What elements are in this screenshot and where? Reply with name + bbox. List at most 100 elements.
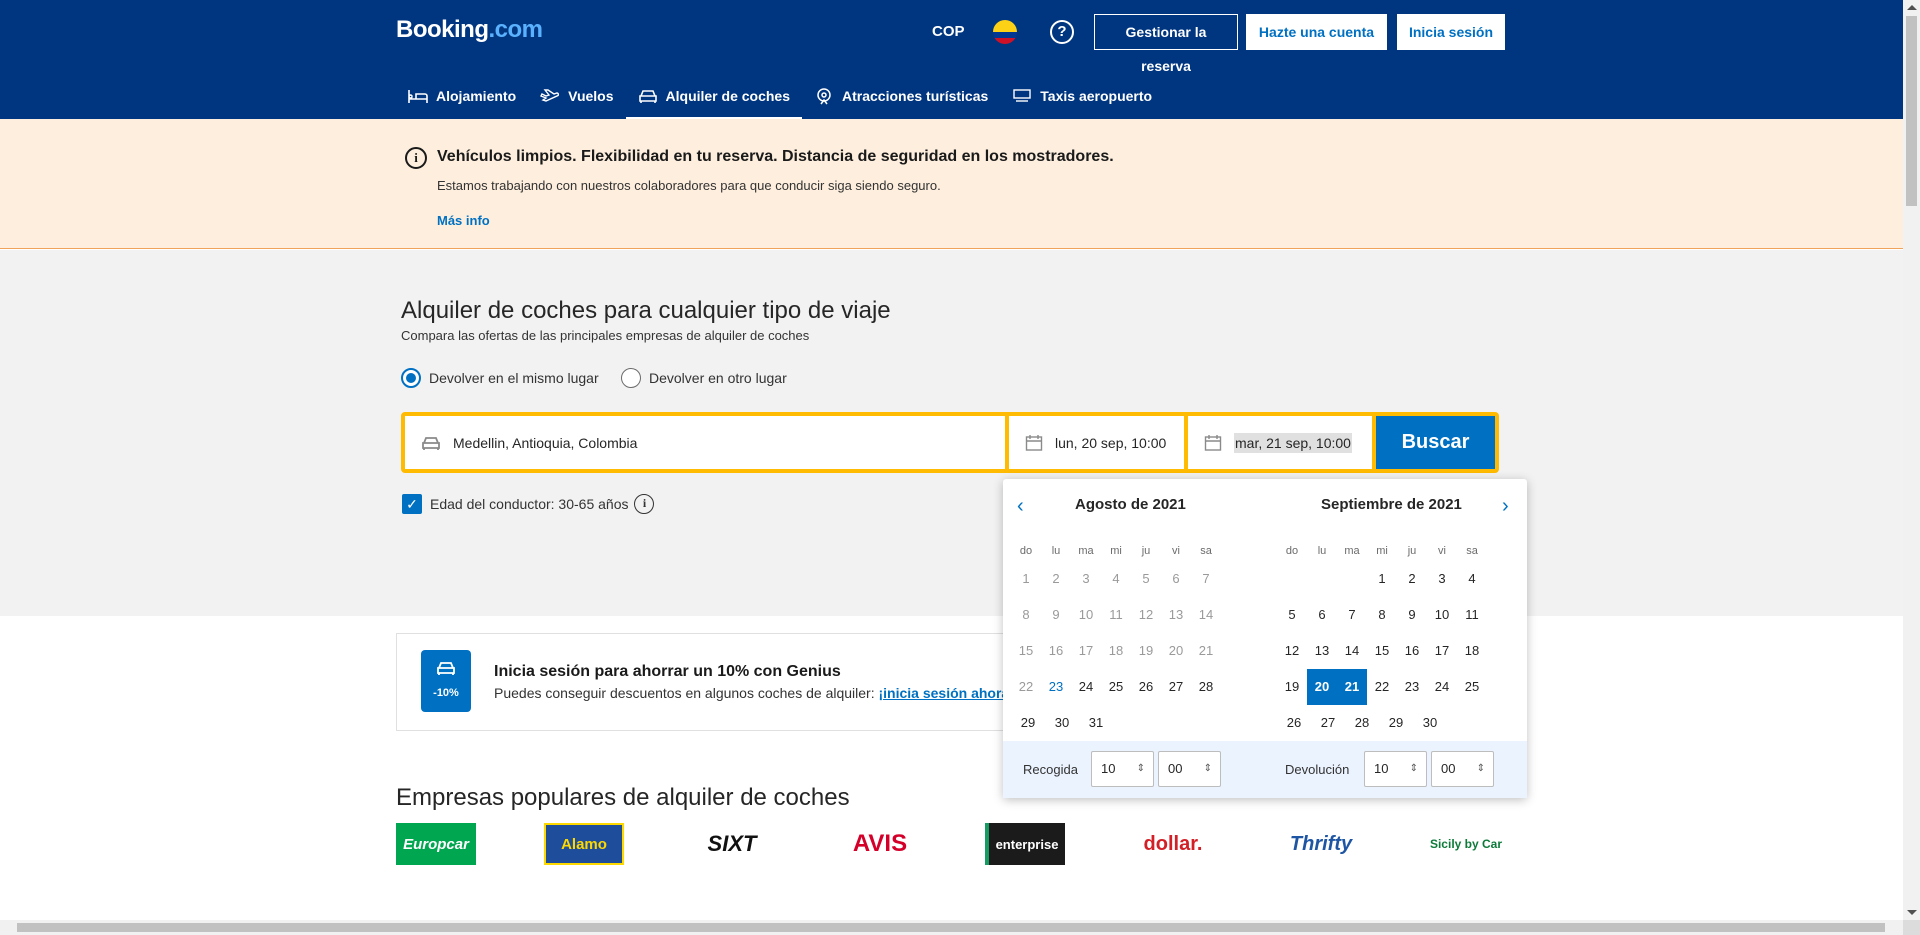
day-cell[interactable]: 31 <box>1079 705 1113 741</box>
day-cell[interactable]: 29 <box>1379 705 1413 741</box>
day-cell: 17 <box>1078 643 1094 658</box>
tab-alquiler-coches[interactable]: Alquiler de coches <box>625 72 803 119</box>
day-cell[interactable]: 24 <box>1427 669 1457 705</box>
day-cell[interactable]: 27 <box>1311 705 1345 741</box>
pickup-location-field[interactable]: Medellin, Antioquia, Colombia <box>405 416 1005 469</box>
month-title: Septiembre de 2021 <box>1321 496 1462 513</box>
radio-button[interactable] <box>621 368 641 388</box>
day-cell[interactable]: 21 <box>1337 669 1367 705</box>
day-cell[interactable]: 28 <box>1345 705 1379 741</box>
day-cell[interactable]: 15 <box>1367 633 1397 669</box>
checkbox-checked[interactable]: ✓ <box>402 494 422 514</box>
help-icon[interactable]: ? <box>1050 20 1074 44</box>
pickup-date-field[interactable]: lun, 20 sep, 10:00 <box>1009 416 1184 469</box>
horizontal-scrollbar[interactable] <box>0 920 1903 935</box>
day-cell: 21 <box>1198 643 1214 658</box>
day-cell[interactable]: 8 <box>1367 597 1397 633</box>
alamo-logo[interactable]: Alamo <box>544 823 624 865</box>
day-cell[interactable]: 22 <box>1367 669 1397 705</box>
day-cell[interactable]: 4 <box>1457 561 1487 597</box>
week-row: 1 2 3 4 5 6 7 <box>1011 561 1221 597</box>
scroll-thumb[interactable] <box>1906 16 1917 206</box>
info-icon: i <box>405 147 427 169</box>
day-cell[interactable]: 25 <box>1457 669 1487 705</box>
colombia-flag-icon[interactable] <box>993 20 1017 44</box>
sicilybycar-logo[interactable]: Sicily by Car <box>1426 823 1506 865</box>
calendar-icon <box>1025 434 1043 451</box>
day-cell[interactable]: 25 <box>1101 669 1131 705</box>
day-cell[interactable]: 16 <box>1397 633 1427 669</box>
manage-booking-button[interactable]: Gestionar la reserva <box>1094 14 1238 74</box>
driver-age-checkbox[interactable]: ✓ Edad del conductor: 30-65 años i <box>402 494 655 514</box>
scroll-up-icon[interactable] <box>1907 5 1917 10</box>
day-cell[interactable]: 3 <box>1427 561 1457 597</box>
day-cell[interactable]: 12 <box>1277 633 1307 669</box>
stepper-icon: ⇕ <box>1476 763 1485 774</box>
genius-signin-link[interactable]: ¡inicia sesión ahora! <box>878 685 1013 701</box>
day-cell[interactable]: 26 <box>1131 669 1161 705</box>
day-cell[interactable]: 20 <box>1307 669 1337 705</box>
week-row: 15 16 17 18 19 20 21 <box>1011 633 1221 669</box>
weekday-label: do <box>1285 545 1299 557</box>
currency-button[interactable]: COP <box>932 23 965 40</box>
weekday-label: lu <box>1051 545 1061 557</box>
radio-label: Devolver en el mismo lugar <box>429 370 599 386</box>
signin-button[interactable]: Inicia sesión <box>1397 14 1505 50</box>
dollar-logo[interactable]: dollar. <box>1133 823 1213 865</box>
day-cell[interactable]: 30 <box>1045 705 1079 741</box>
radio-other-location[interactable]: Devolver en otro lugar <box>621 368 787 388</box>
return-minute-select[interactable]: 00 ⇕ <box>1431 751 1494 787</box>
day-cell[interactable]: 18 <box>1457 633 1487 669</box>
day-cell[interactable]: 26 <box>1277 705 1311 741</box>
day-cell[interactable]: 2 <box>1397 561 1427 597</box>
day-cell[interactable]: 14 <box>1337 633 1367 669</box>
avis-logo[interactable]: AVIS <box>840 823 920 865</box>
tab-atracciones[interactable]: Atracciones turísticas <box>802 72 1000 119</box>
enterprise-logo[interactable]: enterprise <box>985 823 1065 865</box>
scroll-thumb[interactable] <box>17 923 1885 932</box>
radio-same-location[interactable]: Devolver en el mismo lugar <box>401 368 599 388</box>
date-picker: ‹ Agosto de 2021 Septiembre de 2021 › do… <box>1003 479 1527 798</box>
day-cell[interactable]: 19 <box>1277 669 1307 705</box>
sixt-logo[interactable]: SIXT <box>692 823 772 865</box>
day-cell[interactable]: 9 <box>1397 597 1427 633</box>
return-hour-select[interactable]: 10 ⇕ <box>1364 751 1427 787</box>
day-cell[interactable]: 24 <box>1071 669 1101 705</box>
info-icon[interactable]: i <box>634 494 655 514</box>
logo[interactable]: Booking.com <box>396 16 543 44</box>
day-cell[interactable]: 13 <box>1307 633 1337 669</box>
day-cell[interactable]: 6 <box>1307 597 1337 633</box>
register-button[interactable]: Hazte una cuenta <box>1246 14 1387 50</box>
scroll-down-icon[interactable] <box>1907 910 1917 915</box>
vertical-scrollbar[interactable] <box>1903 0 1920 920</box>
day-cell[interactable]: 27 <box>1161 669 1191 705</box>
tab-vuelos[interactable]: Vuelos <box>528 72 625 119</box>
day-cell[interactable]: 28 <box>1191 669 1221 705</box>
more-info-link[interactable]: Más info <box>437 213 490 228</box>
tab-alojamiento[interactable]: Alojamiento <box>396 72 528 119</box>
tab-taxis[interactable]: Taxis aeropuerto <box>1000 72 1164 119</box>
weekday-label: ju <box>1407 545 1417 557</box>
day-cell[interactable]: 10 <box>1427 597 1457 633</box>
day-cell[interactable]: 23 <box>1397 669 1427 705</box>
day-cell[interactable]: 5 <box>1277 597 1307 633</box>
day-cell[interactable]: 1 <box>1367 561 1397 597</box>
search-button[interactable]: Buscar <box>1376 416 1495 469</box>
week-row: 22 23 24 25 26 27 28 <box>1011 669 1221 705</box>
pickup-hour-select[interactable]: 10 ⇕ <box>1091 751 1154 787</box>
day-cell[interactable]: 23 <box>1041 669 1071 705</box>
return-date-field[interactable]: mar, 21 sep, 10:00 <box>1188 416 1372 469</box>
prev-month-icon[interactable]: ‹ <box>1017 495 1024 518</box>
day-cell[interactable]: 11 <box>1457 597 1487 633</box>
day-cell[interactable]: 29 <box>1011 705 1045 741</box>
week-row: 29 30 31 <box>1011 705 1221 741</box>
thrifty-logo[interactable]: Thrifty <box>1281 823 1361 865</box>
pickup-minute-select[interactable]: 00 ⇕ <box>1158 751 1221 787</box>
day-cell[interactable]: 30 <box>1413 705 1447 741</box>
europcar-logo[interactable]: Europcar <box>396 823 476 865</box>
radio-button-checked[interactable] <box>401 368 421 388</box>
next-month-icon[interactable]: › <box>1502 495 1509 518</box>
day-cell[interactable]: 7 <box>1337 597 1367 633</box>
page: Booking.com COP ? Gestionar la reserva H… <box>0 0 1903 920</box>
day-cell[interactable]: 17 <box>1427 633 1457 669</box>
